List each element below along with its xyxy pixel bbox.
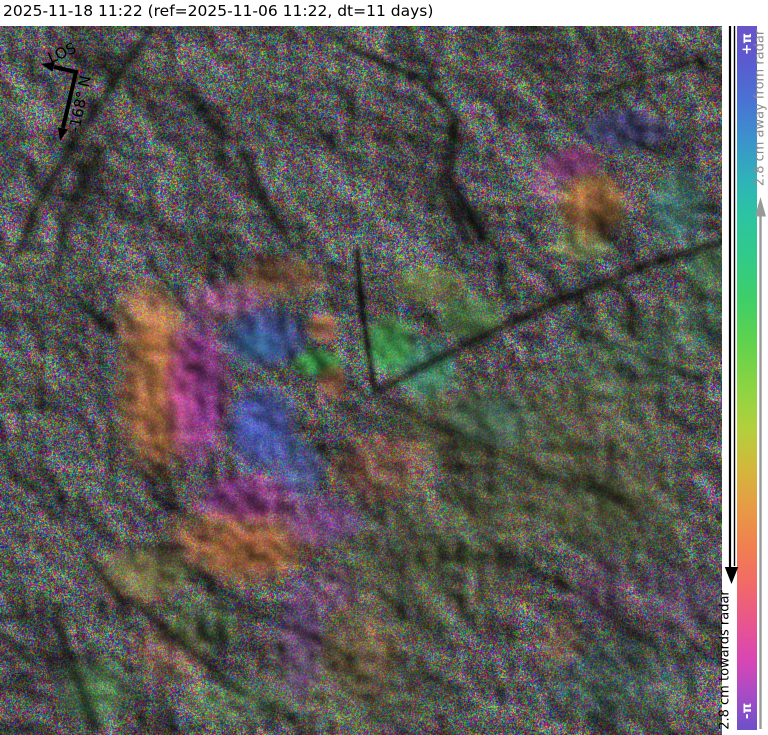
interferogram-canvas [0, 26, 722, 735]
colorbar-away-label: 2.8 cm away from radar [753, 30, 768, 186]
page-title: 2025-11-18 11:22 (ref=2025-11-06 11:22, … [3, 2, 433, 20]
colorbar-bottom-label: -π [739, 703, 755, 719]
colorbar-towards-label: 2.8 cm towards radar [718, 590, 733, 730]
interferogram-viewer: 2025-11-18 11:22 (ref=2025-11-06 11:22, … [0, 0, 768, 735]
